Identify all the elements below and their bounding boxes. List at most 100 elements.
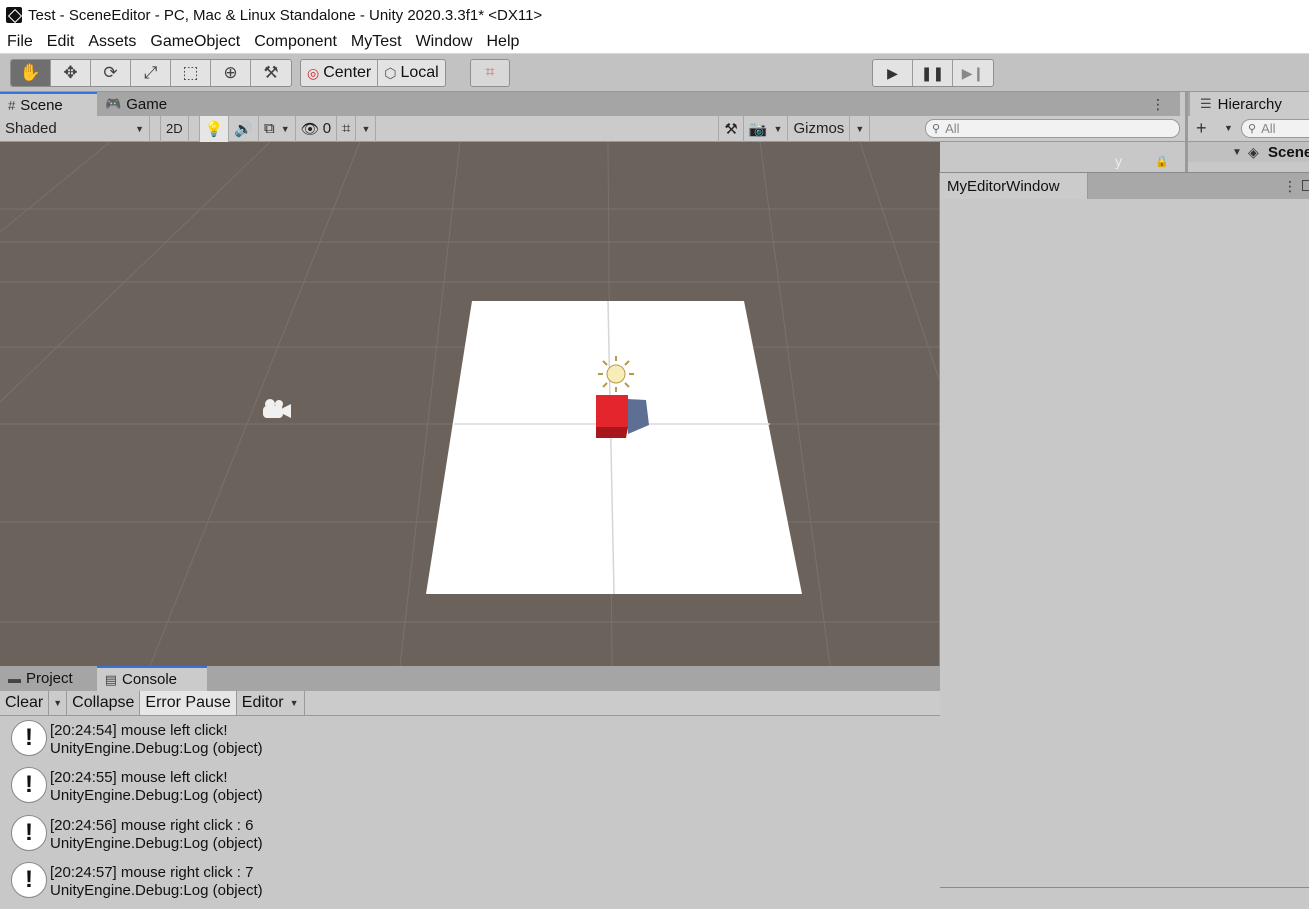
- hierarchy-tab-bar: ☰ Hierarchy: [1185, 92, 1309, 116]
- rect-tool-button[interactable]: ⬚: [171, 60, 211, 86]
- rotate-tool-button[interactable]: ⟳: [91, 60, 131, 86]
- shading-mode-dropdown[interactable]: Shaded ▼: [0, 115, 150, 142]
- editor-dropdown[interactable]: Editor ▼: [237, 691, 305, 715]
- editor-window-menu-icon[interactable]: ⋮: [1283, 178, 1297, 195]
- gizmos-dropdown[interactable]: ▼: [850, 115, 871, 142]
- pivot-group: ◎ Center ⬡ Local: [300, 59, 446, 87]
- menu-window[interactable]: Window: [416, 33, 473, 51]
- lock-icon[interactable]: 🔒: [1155, 155, 1169, 168]
- log-entry[interactable]: ! [20:24:54] mouse left click! UnityEngi…: [0, 716, 940, 764]
- maximize-icon[interactable]: [1302, 180, 1309, 191]
- unity-scene-icon: ◈: [1248, 143, 1259, 160]
- scene-visibility-toggle[interactable]: 👁 0: [296, 115, 338, 142]
- grid-icon: #: [8, 97, 16, 113]
- scale-tool-button[interactable]: ⤢: [131, 60, 171, 86]
- info-icon: !: [11, 815, 47, 851]
- folder-icon: ▬: [8, 671, 21, 686]
- 2d-toggle[interactable]: 2D: [161, 115, 189, 142]
- tab-hierarchy[interactable]: ☰ Hierarchy: [1190, 92, 1309, 116]
- search-icon: ⚲: [932, 123, 941, 135]
- menu-mytest[interactable]: MyTest: [351, 33, 402, 51]
- camera-dropdown[interactable]: 📷 ▼: [744, 115, 789, 142]
- transform-tool-button[interactable]: ⊕: [211, 60, 251, 86]
- scene-viewport[interactable]: [0, 142, 940, 666]
- collapse-button[interactable]: Collapse: [67, 691, 141, 715]
- pause-icon: ❚❚: [920, 64, 945, 81]
- my-editor-window: MyEditorWindow ⋮: [939, 172, 1309, 888]
- tools-button[interactable]: ⚒: [718, 115, 744, 142]
- hierarchy-toolbar: + ▼ ⚲ All: [1185, 116, 1309, 142]
- speaker-icon: 🔊: [234, 120, 253, 138]
- clear-options-dropdown[interactable]: ▼: [49, 691, 68, 715]
- cube-icon: ⬡: [384, 64, 397, 81]
- log-message: [20:24:55] mouse left click!: [50, 769, 228, 786]
- chevron-down-icon[interactable]: ▼: [1224, 123, 1233, 133]
- log-detail: UnityEngine.Debug:Log (object): [50, 740, 263, 757]
- tab-my-editor-window[interactable]: MyEditorWindow: [940, 173, 1088, 199]
- audio-toggle[interactable]: 🔊: [229, 115, 259, 142]
- grid-snap-button[interactable]: ⌗: [471, 60, 509, 86]
- log-entry[interactable]: ! [20:24:55] mouse left click! UnityEngi…: [0, 763, 940, 811]
- move-icon: ✥: [63, 63, 78, 82]
- wrench-icon: ⚒: [724, 120, 738, 138]
- scene-render: [0, 142, 940, 666]
- log-entry[interactable]: ! [20:24:56] mouse right click : 6 Unity…: [0, 811, 940, 859]
- tab-console-label: Console: [121, 671, 178, 688]
- menu-component[interactable]: Component: [254, 33, 337, 51]
- search-icon: ⚲: [1248, 123, 1257, 135]
- clear-button[interactable]: Clear: [0, 691, 50, 715]
- toolbar-spacer: [150, 115, 161, 142]
- bottom-tab-bar: ▬ Project ▤ Console: [0, 666, 940, 691]
- camera-gizmo-icon[interactable]: [263, 399, 291, 418]
- menu-bar: File Edit Assets GameObject Component My…: [0, 30, 1309, 54]
- hierarchy-search-placeholder: All: [1261, 121, 1276, 136]
- hierarchy-scene-row[interactable]: ▼ ◈ Scene: [1188, 142, 1309, 162]
- menu-gameobject[interactable]: GameObject: [150, 33, 240, 51]
- tab-project[interactable]: ▬ Project: [0, 666, 97, 691]
- window-title: Test - SceneEditor - PC, Mac & Linux Sta…: [28, 6, 543, 24]
- error-pause-button[interactable]: Error Pause: [140, 691, 237, 715]
- tab-console[interactable]: ▤ Console: [96, 666, 207, 691]
- pivot-mode-button[interactable]: ◎ Center: [301, 60, 379, 86]
- scene-search-input[interactable]: ⚲ All: [925, 119, 1180, 138]
- tab-project-label: Project: [26, 670, 73, 687]
- red-cube[interactable]: [596, 395, 628, 427]
- tab-scene[interactable]: # Scene: [0, 92, 97, 116]
- grid-toggle[interactable]: ⌗: [337, 115, 357, 142]
- grid-options-dropdown[interactable]: ▼: [356, 115, 377, 142]
- step-button[interactable]: ▶❙: [953, 60, 993, 86]
- chevron-down-icon[interactable]: ▼: [1232, 147, 1242, 158]
- scene-tab-bar: # Scene 🎮 Game ⋮: [0, 92, 1180, 116]
- menu-edit[interactable]: Edit: [47, 33, 75, 51]
- custom-tool-button[interactable]: ⚒: [251, 60, 291, 86]
- move-tool-button[interactable]: ✥: [51, 60, 91, 86]
- log-entry[interactable]: ! [20:24:57] mouse right click : 7 Unity…: [0, 858, 940, 906]
- info-icon: !: [11, 720, 47, 756]
- rect-icon: ⬚: [182, 63, 199, 82]
- add-icon[interactable]: +: [1196, 118, 1207, 139]
- gizmos-button[interactable]: Gizmos: [788, 115, 851, 142]
- hand-tool-button[interactable]: ✋: [11, 60, 51, 86]
- menu-file[interactable]: File: [7, 33, 33, 51]
- console-icon: ▤: [104, 671, 117, 687]
- menu-assets[interactable]: Assets: [88, 33, 136, 51]
- toolbar-spacer: [189, 115, 200, 142]
- pivot-rotation-label: Local: [400, 64, 439, 81]
- play-button[interactable]: ▶: [873, 60, 913, 86]
- play-controls: ▶ ❚❚ ▶❙: [872, 59, 994, 87]
- pivot-rotation-button[interactable]: ⬡ Local: [378, 60, 444, 86]
- title-bar: Test - SceneEditor - PC, Mac & Linux Sta…: [0, 0, 1309, 30]
- hierarchy-search-input[interactable]: ⚲ All: [1241, 119, 1309, 138]
- scene-search-placeholder: All: [945, 121, 960, 136]
- 2d-toggle-label: 2D: [166, 121, 183, 136]
- menu-help[interactable]: Help: [486, 33, 519, 51]
- tab-game[interactable]: 🎮 Game: [97, 92, 177, 116]
- hand-icon: ✋: [19, 63, 42, 82]
- snap-group: ⌗: [470, 59, 510, 87]
- axis-y-label: y: [1115, 153, 1122, 169]
- effects-toggle[interactable]: ⧉ ▼: [259, 115, 296, 142]
- lighting-toggle[interactable]: 💡: [199, 115, 230, 142]
- scene-panel-menu-icon[interactable]: ⋮: [1151, 96, 1165, 113]
- pause-button[interactable]: ❚❚: [913, 60, 953, 86]
- error-pause-label: Error Pause: [145, 694, 231, 711]
